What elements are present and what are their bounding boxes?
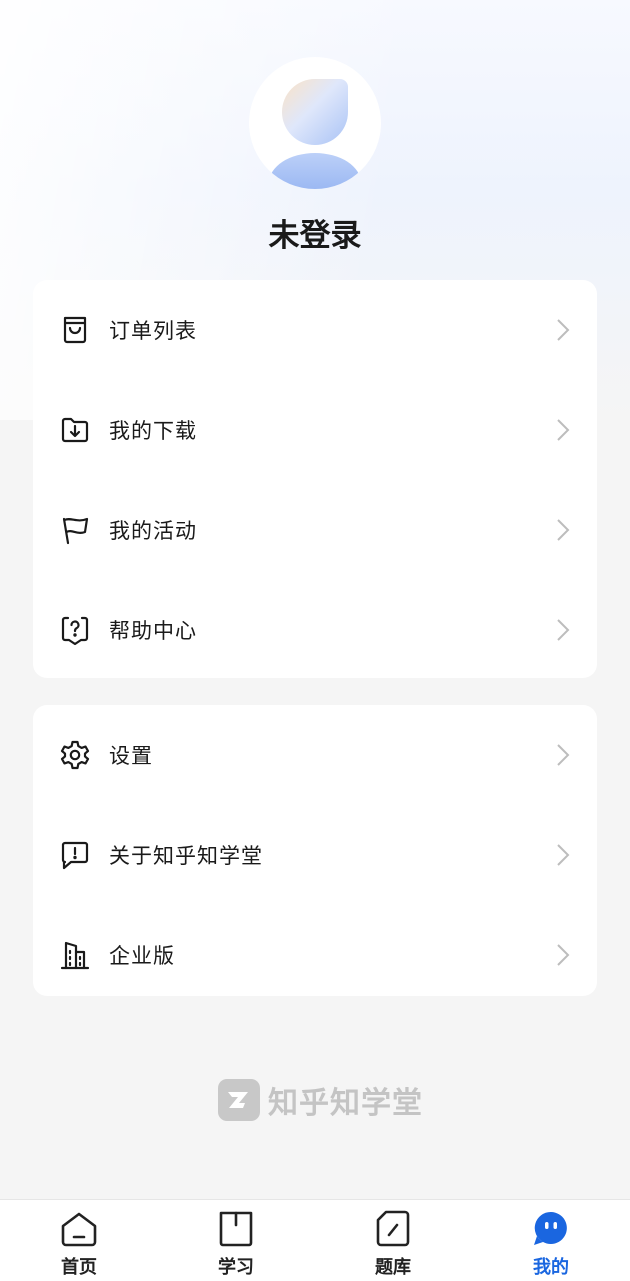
brand-name: 知乎知学堂 [268,1086,423,1121]
chevron-right-icon [557,944,570,966]
edit-doc-icon [376,1210,410,1247]
menu-item-label: 设置 [109,744,153,768]
menu-item-settings[interactable]: 设置 [33,705,597,805]
menu-item-help-center[interactable]: 帮助中心 [33,580,597,680]
tab-label: 首页 [61,1257,97,1278]
zhixuetang-logo-icon [218,1079,260,1121]
menu-card-secondary: 设置 关于知乎知学堂 企业版 [33,705,597,996]
tab-label: 题库 [375,1257,411,1278]
info-message-icon [61,841,89,870]
chevron-right-icon [557,619,570,641]
gear-icon [60,740,90,770]
menu-card-primary: 订单列表 我的下载 我的活动 帮助中心 [33,280,597,678]
tab-question-bank[interactable]: 题库 [353,1208,433,1278]
brand-watermark: 知乎知学堂 [218,1078,423,1122]
tab-home[interactable]: 首页 [39,1208,119,1278]
chevron-right-icon [557,419,570,441]
menu-item-label: 我的下载 [109,419,197,443]
help-question-icon [61,616,89,646]
building-icon [60,941,90,970]
shopping-bag-icon [63,316,87,344]
tab-label: 学习 [218,1257,254,1278]
profile-face-icon [534,1211,567,1245]
login-status[interactable]: 未登录 [0,210,630,255]
menu-item-label: 订单列表 [109,319,197,343]
avatar-head [282,79,348,145]
tab-study[interactable]: 学习 [196,1208,276,1278]
menu-item-label: 企业版 [109,944,175,968]
book-icon [219,1211,253,1247]
chevron-right-icon [557,519,570,541]
menu-item-about[interactable]: 关于知乎知学堂 [33,805,597,905]
menu-item-label: 帮助中心 [109,619,197,643]
chevron-right-icon [557,744,570,766]
avatar[interactable] [249,57,381,189]
chevron-right-icon [557,844,570,866]
bottom-tab-bar: 首页 学习 题库 我的 [0,1199,630,1281]
menu-item-enterprise[interactable]: 企业版 [33,905,597,1005]
menu-item-label: 我的活动 [109,519,197,543]
tab-mine[interactable]: 我的 [511,1208,591,1278]
flag-icon [62,517,89,545]
menu-item-label: 关于知乎知学堂 [109,844,263,868]
avatar-body [269,153,361,189]
home-icon [61,1212,97,1247]
menu-item-downloads[interactable]: 我的下载 [33,380,597,480]
download-folder-icon [61,417,89,443]
menu-item-activities[interactable]: 我的活动 [33,480,597,580]
tab-label: 我的 [533,1257,569,1278]
menu-item-orders[interactable]: 订单列表 [33,280,597,380]
chevron-right-icon [557,319,570,341]
